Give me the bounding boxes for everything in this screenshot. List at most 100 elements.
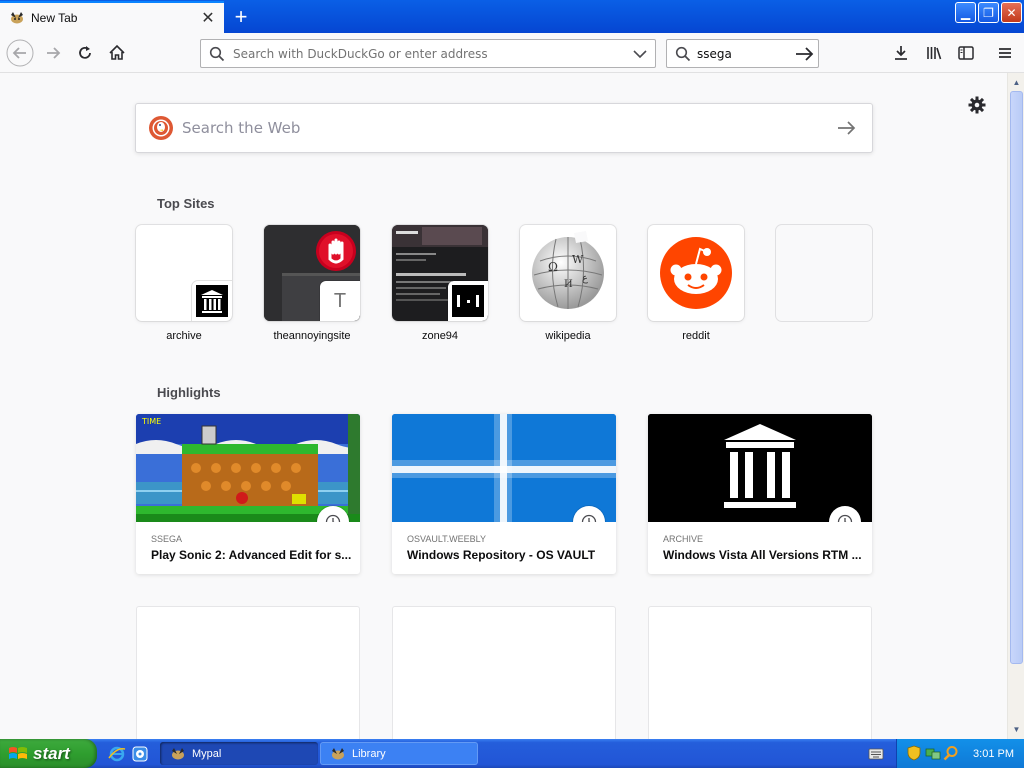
highlight-placeholder [648,606,872,739]
close-tab-icon[interactable]: ✕ [196,6,220,30]
start-label: start [33,743,70,763]
top-site-empty[interactable] [776,225,872,330]
mypal-icon [9,11,25,25]
navigation-toolbar [0,33,1024,73]
media-player-icon[interactable] [131,745,149,763]
top-site-archive[interactable]: archive [136,225,232,342]
tab-new-tab[interactable]: New Tab ✕ [0,1,224,33]
search-icon [209,46,225,61]
sidebar-icon[interactable] [951,38,981,68]
top-site-wikipedia[interactable]: Ω W И ع wikipedia [520,225,616,342]
svg-text:TIME: TIME [141,417,161,426]
top-site-reddit[interactable]: reddit [648,225,744,342]
taskbar-item-library[interactable]: Library [320,742,478,765]
top-site-label: wikipedia [545,330,591,342]
highlight-image [392,414,616,522]
highlight-title: Windows Repository - OS VAULT [407,548,596,562]
mypal-icon [332,747,344,759]
windows-logo-icon [392,414,616,522]
taskbar-item-label: Mypal [192,747,222,760]
web-search-input[interactable] [182,119,832,137]
search-input[interactable] [697,46,792,61]
highlight-placeholder [136,606,360,739]
reddit-icon [660,237,732,309]
top-site-label: reddit [682,330,710,342]
tab-title: New Tab [31,11,78,25]
scroll-down-icon[interactable]: ▼ [1009,721,1024,738]
wikipedia-icon: Ω W И ع [532,231,604,309]
site-letter: T [333,289,347,312]
chevron-down-icon[interactable] [625,46,655,62]
top-site-zone94[interactable]: zone94 [392,225,488,342]
gear-icon[interactable] [966,94,988,116]
reload-icon[interactable] [70,38,100,68]
taskbar: start Mypal Library 3:01 PM [0,739,1024,768]
clock-time: 3:01 PM [973,747,1014,760]
new-tab-page: Top Sites archive T theannoyingsite [0,73,1007,739]
theannoyingsite-icon: T [320,281,360,321]
top-site-label: theannoyingsite [273,330,351,342]
tab-bar: New Tab ✕ + ▁ ❐ ✕ [0,0,1024,33]
new-tab-icon[interactable]: + [228,4,254,30]
top-site-theannoyingsite[interactable]: T theannoyingsite [264,225,360,342]
top-site-label: zone94 [421,330,459,342]
windows-flag-icon [9,746,27,759]
highlight-title: Play Sonic 2: Advanced Edit for s... [151,548,352,562]
top-sites-heading: Top Sites [157,196,215,211]
minimize-icon[interactable]: ▁ [955,2,976,23]
highlight-image: TIME [136,414,360,522]
highlight-title: Windows Vista All Versions RTM ... [663,548,862,562]
forward-icon[interactable] [38,38,68,68]
highlight-image [648,414,872,522]
highlight-card-osvault[interactable]: OSVAULT.WEEBLY Windows Repository - OS V… [392,414,616,574]
go-arrow-icon[interactable] [832,118,872,138]
restore-icon[interactable]: ❐ [978,2,999,23]
url-bar[interactable] [200,39,656,68]
taskbar-item-label: Library [352,747,386,760]
window-controls: ▁ ❐ ✕ [955,2,1022,23]
scroll-up-icon[interactable]: ▲ [1009,74,1024,91]
top-site-tile[interactable]: Ω W И ع [520,225,616,321]
start-button[interactable]: start [0,739,97,768]
menu-icon[interactable] [990,38,1020,68]
search-icon[interactable] [943,745,959,761]
system-tray: 3:01 PM [896,739,1024,768]
highlight-card-archive[interactable]: ARCHIVE Windows Vista All Versions RTM .… [648,414,872,574]
keyboard-icon[interactable] [868,747,884,761]
duckduckgo-icon [149,116,173,140]
page-scrollbar[interactable]: ▲ ▼ [1007,73,1024,739]
taskbar-item-mypal[interactable]: Mypal [160,742,318,765]
svg-text:ع: ع [582,273,588,284]
back-icon[interactable] [5,38,35,68]
mypal-icon [172,747,184,759]
scrollbar-thumb[interactable] [1010,91,1023,664]
svg-text:И: И [564,279,573,290]
search-bar[interactable] [666,39,819,68]
highlight-source: SSEGA [151,534,183,544]
internet-explorer-icon[interactable] [108,745,126,763]
security-shield-icon[interactable] [907,745,921,761]
home-icon[interactable] [102,38,132,68]
highlights-heading: Highlights [157,385,221,400]
url-input[interactable] [233,46,625,61]
highlight-card-ssega[interactable]: TIME SSEGA Play Sonic 2: Advanced Edit f… [136,414,360,574]
go-arrow-icon[interactable] [792,45,818,63]
top-site-tile[interactable] [392,225,488,321]
highlight-source: ARCHIVE [663,534,704,544]
web-search-box[interactable] [135,103,873,153]
top-site-tile[interactable] [136,225,232,321]
highlight-source: OSVAULT.WEEBLY [407,534,487,544]
archive-icon [192,281,232,321]
zone94-icon [448,281,488,321]
close-window-icon[interactable]: ✕ [1001,2,1022,23]
network-icon[interactable] [925,745,941,761]
svg-text:Ω: Ω [548,260,558,274]
downloads-icon[interactable] [886,38,916,68]
top-site-tile[interactable] [648,225,744,321]
highlight-placeholder [392,606,616,739]
search-icon [675,46,691,61]
top-site-label: archive [166,330,202,342]
top-site-tile[interactable]: T [264,225,360,321]
top-site-placeholder[interactable] [776,225,872,321]
library-icon[interactable] [919,38,949,68]
